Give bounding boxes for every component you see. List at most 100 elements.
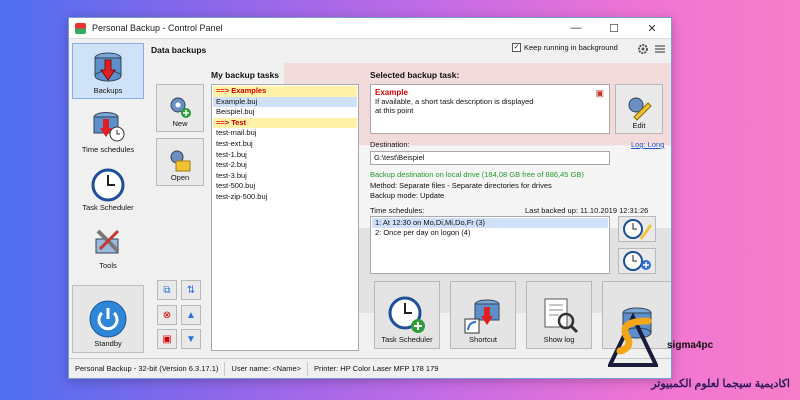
- sidebar-item-label: Task Scheduler: [82, 203, 134, 212]
- show-log-button[interactable]: Show log: [526, 281, 592, 349]
- task-scheduler-button[interactable]: Task Scheduler: [374, 281, 440, 349]
- close-button[interactable]: ✕: [633, 18, 671, 38]
- status-bar: Personal Backup - 32-bit (Version 6.3.17…: [69, 358, 671, 378]
- last-backed-up: Last backed up: 11.10.2019 12:31:26: [525, 206, 649, 215]
- task-list[interactable]: ==> Examples Example.buj Beispiel.buj ==…: [211, 84, 359, 351]
- list-item[interactable]: test-500.buj: [213, 181, 357, 192]
- log-search-icon: [544, 298, 579, 334]
- task-description-text: If available, a short task description i…: [375, 97, 534, 115]
- sidebar-item-time-schedules[interactable]: Time schedules: [72, 101, 144, 157]
- power-icon: [89, 300, 127, 338]
- sidebar-item-label: Time schedules: [81, 145, 135, 154]
- list-item[interactable]: 2: Once per day on logon (4): [372, 228, 608, 238]
- clock-icon: [91, 168, 125, 202]
- schedules-label: Time schedules:: [370, 206, 425, 215]
- sort-icon: ⇅: [186, 284, 196, 296]
- log-link[interactable]: Log: Long: [631, 140, 664, 149]
- menu-icon[interactable]: [655, 44, 665, 54]
- folder-gear-icon: [170, 150, 191, 172]
- sort-button[interactable]: ⇅: [181, 280, 201, 300]
- arrow-up-icon: ▲: [186, 309, 196, 321]
- backup-mode: Backup mode: Update: [370, 191, 445, 200]
- page-title: Data backups: [151, 45, 207, 55]
- list-item[interactable]: test-zip-500.buj: [213, 192, 357, 203]
- edit-button[interactable]: Edit: [615, 84, 663, 134]
- status-user: User name: <Name>: [225, 362, 309, 376]
- move-up-button[interactable]: ▲: [181, 305, 201, 325]
- keep-running-label: Keep running in background: [524, 43, 618, 52]
- list-item[interactable]: test-mail.buj: [213, 128, 357, 139]
- tools-icon: [95, 229, 120, 254]
- standby-button[interactable]: Standby: [72, 285, 144, 353]
- sidebar-item-tools[interactable]: Tools: [72, 217, 144, 273]
- task-description: Example If available, a short task descr…: [370, 84, 610, 134]
- list-item[interactable]: ==> Examples: [213, 86, 357, 97]
- clock-edit-icon: [623, 219, 652, 240]
- status-version: Personal Backup - 32-bit (Version 6.3.17…: [69, 362, 226, 376]
- schedule-list[interactable]: 1: At 12:30 on Mo,Di,Mi,Do,Fr (3) 2: Onc…: [370, 216, 610, 274]
- tasks-heading: My backup tasks: [211, 70, 280, 80]
- brand-name: sigma4pc: [667, 340, 714, 351]
- remove-button[interactable]: ▣: [157, 329, 177, 349]
- edit-schedule-button[interactable]: [618, 216, 656, 242]
- sigma4pc-logo: sigma4pc اكاديمية سيجما لعلوم الكمبيوتر: [592, 307, 800, 400]
- add-schedule-button[interactable]: [618, 248, 656, 274]
- shortcut-button[interactable]: Shortcut: [450, 281, 516, 349]
- backup-method: Method: Separate files - Separate direct…: [370, 181, 552, 190]
- control-panel-window: Personal Backup - Control Panel — ☐ ✕ Ba…: [68, 17, 672, 379]
- list-item[interactable]: test-ext.buj: [213, 139, 357, 150]
- drive-info: Backup destination on local drive (184,0…: [370, 170, 584, 179]
- edit-icon: [628, 97, 652, 121]
- delete-button[interactable]: ⊗: [157, 305, 177, 325]
- minimize-button[interactable]: —: [557, 18, 595, 38]
- destination-field[interactable]: G:\test\Beispiel: [370, 151, 610, 165]
- sidebar-item-backups[interactable]: Backups: [72, 43, 144, 99]
- destination-label: Destination:: [370, 140, 410, 149]
- list-item[interactable]: Example.buj: [213, 96, 357, 108]
- sidebar-item-task-scheduler[interactable]: Task Scheduler: [72, 159, 144, 215]
- clock-add-icon: [623, 251, 651, 271]
- open-label: Open: [170, 173, 190, 182]
- list-item[interactable]: 1: At 12:30 on Mo,Di,Mi,Do,Fr (3): [372, 218, 608, 228]
- status-printer: Printer: HP Color Laser MFP 178 179: [314, 364, 439, 373]
- task-name: Example: [375, 88, 408, 97]
- edit-label: Edit: [632, 121, 646, 130]
- new-button[interactable]: New: [156, 84, 204, 132]
- arrow-down-icon: ▼: [186, 333, 196, 345]
- database-backup-icon: [94, 52, 122, 82]
- selected-heading: Selected backup task:: [370, 70, 460, 80]
- gear-icon[interactable]: [637, 43, 649, 55]
- task-scheduler-label: Task Scheduler: [381, 335, 433, 344]
- open-button[interactable]: Open: [156, 138, 204, 186]
- sigma-logo-icon: [608, 312, 658, 367]
- shortcut-icon: [464, 299, 500, 334]
- maximize-button[interactable]: ☐: [595, 18, 633, 38]
- list-item[interactable]: ==> Test: [213, 117, 357, 129]
- move-down-button[interactable]: ▼: [181, 329, 201, 349]
- list-item[interactable]: test-2.buj: [213, 160, 357, 171]
- check-icon: ✓: [512, 43, 521, 52]
- sidebar-item-label: Tools: [99, 261, 117, 270]
- window-title: Personal Backup - Control Panel: [92, 23, 223, 33]
- list-item[interactable]: test-1.buj: [213, 150, 357, 161]
- app-icon: [75, 22, 86, 34]
- title-bar[interactable]: Personal Backup - Control Panel — ☐ ✕: [69, 18, 671, 39]
- gear-plus-icon: [170, 97, 191, 118]
- brand-tagline: اكاديمية سيجما لعلوم الكمبيوتر: [651, 378, 790, 390]
- show-log-label: Show log: [543, 335, 575, 344]
- new-label: New: [172, 119, 188, 128]
- clock-database-icon: [93, 112, 125, 142]
- document-remove-icon: ▣: [162, 333, 172, 345]
- info-icon: ▣: [595, 88, 604, 98]
- keep-running-checkbox[interactable]: ✓ Keep running in background: [512, 43, 618, 52]
- copy-icon: ⧉: [163, 284, 171, 296]
- clock-add-icon: [388, 296, 425, 333]
- list-item[interactable]: test-3.buj: [213, 171, 357, 182]
- standby-label: Standby: [94, 339, 122, 348]
- sidebar-item-label: Backups: [93, 86, 123, 95]
- sidebar: Backups Time schedules Task Scheduler To…: [72, 43, 144, 321]
- shortcut-label: Shortcut: [469, 335, 497, 344]
- copy-button[interactable]: ⧉: [157, 280, 177, 300]
- list-item[interactable]: Beispiel.buj: [213, 107, 357, 118]
- delete-icon: ⊗: [162, 309, 172, 321]
